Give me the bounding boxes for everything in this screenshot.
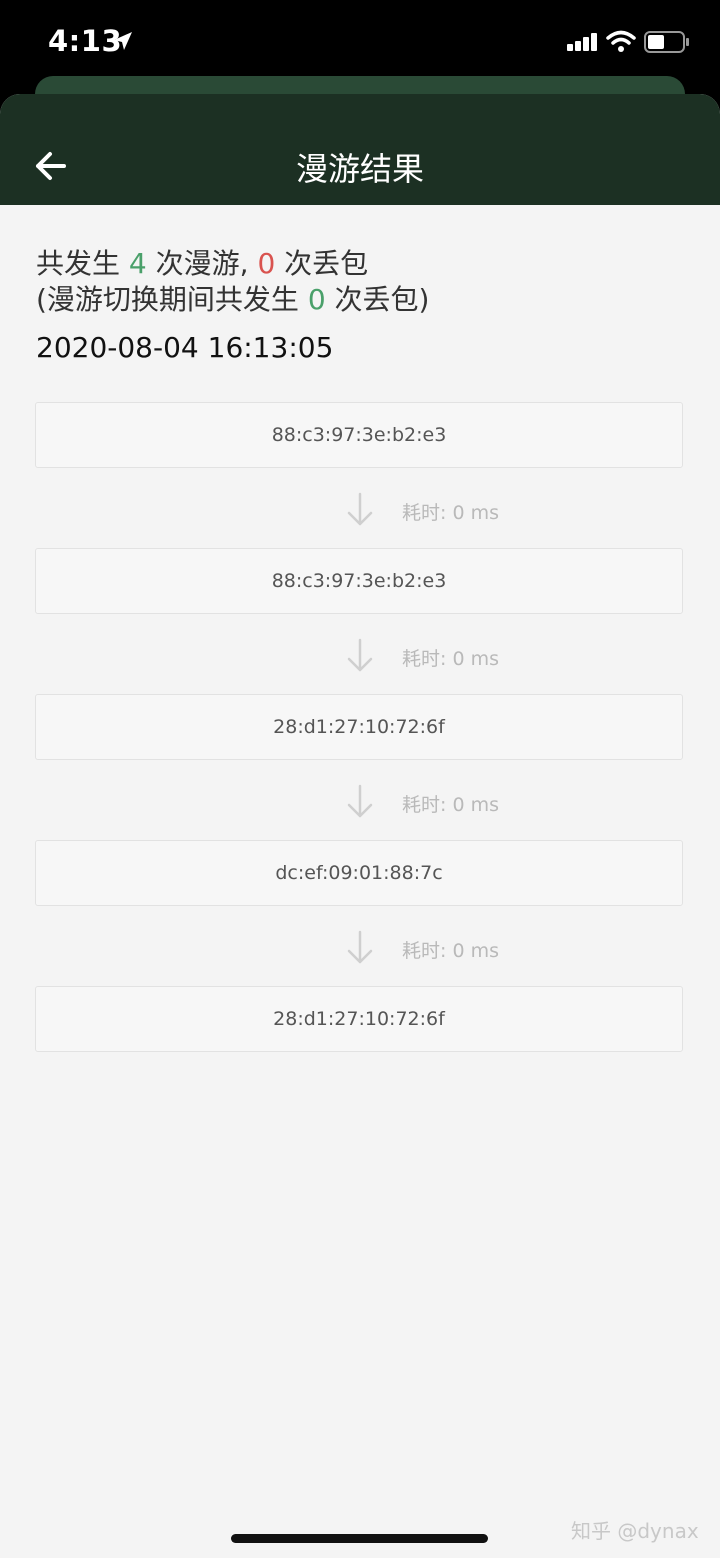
ap-mac: 88:c3:97:3e:b2:e3 bbox=[271, 424, 447, 446]
summary-text: 次丢包) bbox=[325, 283, 430, 316]
roam-transition: 耗时: 0 ms bbox=[0, 930, 720, 970]
roam-count: 4 bbox=[128, 247, 147, 280]
watermark: 知乎 @dynax bbox=[571, 1519, 699, 1543]
arrow-down-icon bbox=[347, 492, 373, 526]
ap-node: 88:c3:97:3e:b2:e3 bbox=[35, 402, 683, 468]
navigation-bar: 漫游结果 bbox=[0, 94, 720, 205]
ap-node: dc:ef:09:01:88:7c bbox=[35, 840, 683, 906]
summary-line-1: 共发生 4 次漫游, 0 次丢包 bbox=[36, 246, 686, 282]
transition-duration: 耗时: 0 ms bbox=[402, 502, 499, 524]
page-title: 漫游结果 bbox=[295, 150, 424, 188]
roam-transition: 耗时: 0 ms bbox=[0, 492, 720, 532]
arrow-down-icon bbox=[347, 930, 373, 964]
modal-sheet: 漫游结果 共发生 4 次漫游, 0 次丢包 (漫游切换期间共发生 0 次丢包) … bbox=[0, 94, 720, 1558]
ap-node: 28:d1:27:10:72:6f bbox=[35, 986, 683, 1052]
screen: 4:13 漫游结果 共发生 4 次漫游, 0 次丢包 (漫游切换期间共发生 0 … bbox=[0, 0, 720, 1558]
transition-duration: 耗时: 0 ms bbox=[402, 794, 499, 816]
summary-text: 共发生 bbox=[36, 247, 129, 280]
ap-mac: 88:c3:97:3e:b2:e3 bbox=[271, 570, 447, 592]
ap-mac: 28:d1:27:10:72:6f bbox=[273, 1008, 445, 1030]
location-arrow-icon bbox=[114, 32, 132, 50]
roam-datetime: 2020-08-04 16:13:05 bbox=[36, 331, 334, 364]
ap-node: 88:c3:97:3e:b2:e3 bbox=[35, 548, 683, 614]
arrow-down-icon bbox=[347, 638, 373, 672]
arrow-down-icon bbox=[347, 784, 373, 818]
home-indicator[interactable] bbox=[231, 1534, 488, 1543]
ap-mac: 28:d1:27:10:72:6f bbox=[273, 716, 445, 738]
cellular-signal-icon bbox=[567, 33, 597, 51]
wifi-icon bbox=[606, 30, 636, 52]
ap-mac: dc:ef:09:01:88:7c bbox=[275, 862, 443, 884]
roam-transition: 耗时: 0 ms bbox=[0, 638, 720, 678]
ap-node: 28:d1:27:10:72:6f bbox=[35, 694, 683, 760]
roam-summary: 共发生 4 次漫游, 0 次丢包 (漫游切换期间共发生 0 次丢包) bbox=[36, 246, 686, 318]
transition-duration: 耗时: 0 ms bbox=[402, 940, 499, 962]
summary-text: 次丢包 bbox=[275, 247, 369, 280]
status-time: 4:13 bbox=[48, 24, 123, 58]
transition-duration: 耗时: 0 ms bbox=[402, 648, 499, 670]
battery-icon bbox=[644, 31, 689, 53]
summary-text: 次漫游, bbox=[146, 247, 258, 280]
roam-transition: 耗时: 0 ms bbox=[0, 784, 720, 824]
loss-count: 0 bbox=[257, 247, 276, 280]
summary-line-2: (漫游切换期间共发生 0 次丢包) bbox=[36, 282, 686, 318]
switch-loss-count: 0 bbox=[307, 283, 326, 316]
summary-text: (漫游切换期间共发生 bbox=[36, 283, 308, 316]
status-bar: 4:13 bbox=[0, 0, 720, 80]
